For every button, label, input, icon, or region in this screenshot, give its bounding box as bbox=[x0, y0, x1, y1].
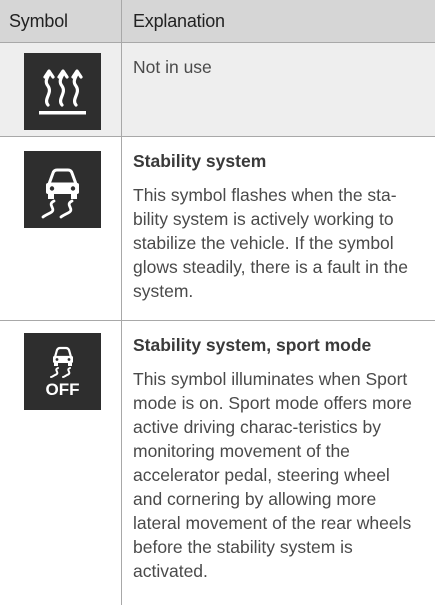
explanation-cell: Stability system This symbol flashes whe… bbox=[133, 149, 423, 303]
explanation-text: This symbol illuminates when Sport mode … bbox=[133, 369, 412, 581]
off-label: OFF bbox=[46, 380, 80, 399]
explanation-title: Stability system, sport mode bbox=[133, 335, 372, 355]
stability-system-icon bbox=[24, 151, 101, 228]
table-header: Symbol Explanation bbox=[0, 0, 435, 43]
table-row: Not in use bbox=[0, 43, 435, 137]
explanation-cell: Not in use bbox=[133, 55, 423, 79]
table-row: OFF Stability system, sport mode This sy… bbox=[0, 321, 435, 605]
header-explanation: Explanation bbox=[133, 11, 225, 31]
explanation-text: Not in use bbox=[133, 57, 212, 77]
column-divider bbox=[121, 0, 122, 605]
stability-system-off-icon: OFF bbox=[24, 333, 101, 410]
explanation-text: This symbol flashes when the sta-bility … bbox=[133, 185, 408, 301]
explanation-cell: Stability system, sport mode This symbol… bbox=[133, 333, 423, 583]
header-symbol: Symbol bbox=[9, 11, 68, 31]
table-row: Stability system This symbol flashes whe… bbox=[0, 137, 435, 321]
explanation-title: Stability system bbox=[133, 151, 267, 171]
defroster-heat-icon bbox=[24, 53, 101, 130]
